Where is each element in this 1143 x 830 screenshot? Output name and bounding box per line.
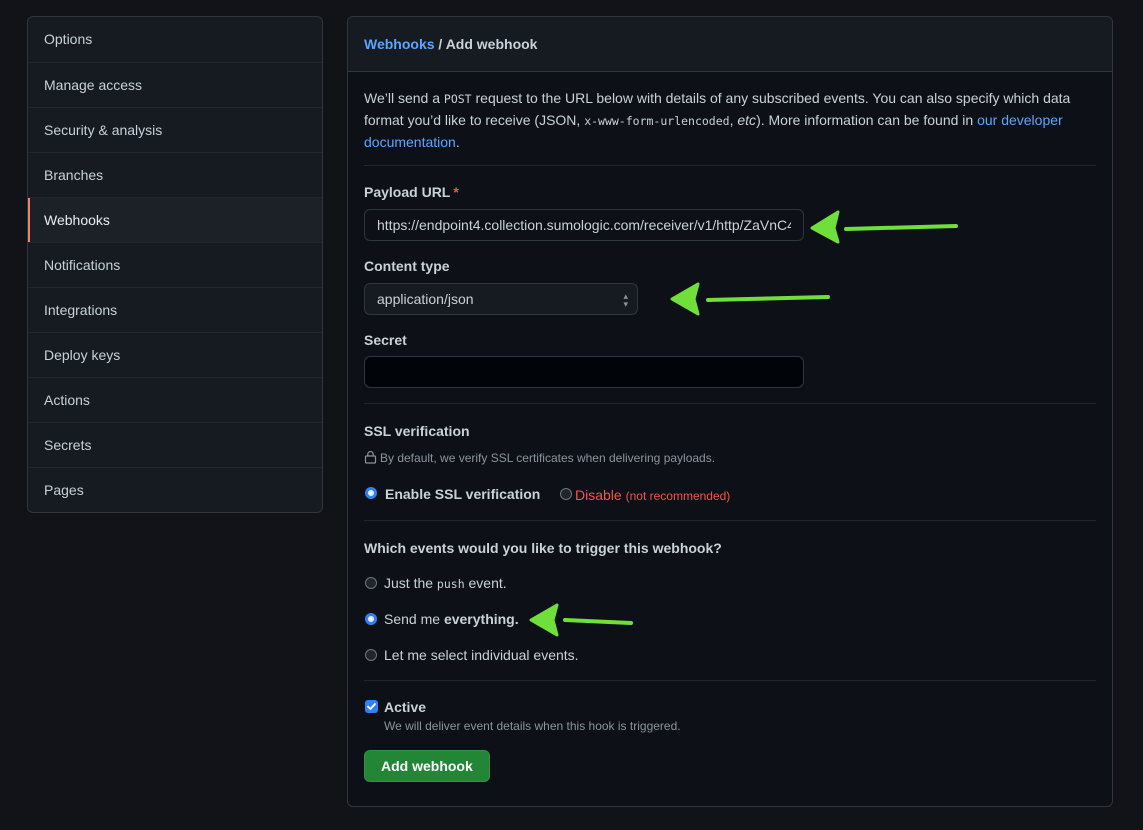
event-everything-radio[interactable] bbox=[365, 613, 377, 625]
ssl-verification-label: SSL verification bbox=[364, 423, 470, 439]
event-everything-label[interactable]: Send me everything. bbox=[384, 611, 519, 627]
ssl-enable-label[interactable]: Enable SSL verification bbox=[385, 486, 540, 502]
webhook-form: We’ll send a POST request to the URL bel… bbox=[364, 88, 1096, 153]
sidebar-item-webhooks[interactable]: Webhooks bbox=[28, 197, 322, 242]
event-individual-label[interactable]: Let me select individual events. bbox=[384, 647, 579, 663]
active-checkbox[interactable] bbox=[365, 700, 378, 713]
payload-url-label: Payload URL * bbox=[364, 184, 459, 200]
check-icon bbox=[367, 703, 376, 710]
content-type-select[interactable]: application/json ▴ ▾ bbox=[364, 283, 638, 315]
sidebar-item-integrations[interactable]: Integrations bbox=[28, 287, 322, 332]
payload-url-input[interactable] bbox=[364, 209, 804, 241]
required-mark: * bbox=[453, 184, 459, 200]
ssl-disable-label[interactable]: Disable (not recommended) bbox=[575, 487, 730, 503]
add-webhook-button[interactable]: Add webhook bbox=[364, 750, 490, 782]
content-type-label: Content type bbox=[364, 258, 450, 274]
active-note: We will deliver event details when this … bbox=[384, 719, 681, 733]
post-code: POST bbox=[443, 92, 472, 106]
annotation-arrow-icon bbox=[670, 282, 830, 316]
sidebar-item-options[interactable]: Options bbox=[28, 17, 322, 62]
active-label[interactable]: Active bbox=[384, 699, 426, 715]
sidebar-item-actions[interactable]: Actions bbox=[28, 377, 322, 422]
add-webhook-panel: Webhooks / Add webhook We’ll send a POST… bbox=[347, 16, 1113, 807]
intro-text: We’ll send a POST request to the URL bel… bbox=[364, 90, 1071, 150]
sidebar-item-manage-access[interactable]: Manage access bbox=[28, 62, 322, 107]
settings-sidebar: Options Manage access Security & analysi… bbox=[27, 16, 323, 513]
secret-input[interactable] bbox=[364, 356, 804, 388]
annotation-arrow-icon bbox=[529, 603, 633, 637]
select-caret-icon: ▴ ▾ bbox=[623, 291, 628, 309]
secret-label: Secret bbox=[364, 332, 407, 348]
divider bbox=[364, 520, 1096, 521]
divider bbox=[364, 165, 1096, 166]
page-title: Add webhook bbox=[445, 36, 538, 52]
sidebar-item-notifications[interactable]: Notifications bbox=[28, 242, 322, 287]
sidebar-item-secrets[interactable]: Secrets bbox=[28, 422, 322, 467]
ssl-disable-radio[interactable] bbox=[560, 488, 572, 500]
ssl-note: By default, we verify SSL certificates w… bbox=[364, 450, 715, 465]
form-urlencoded-code: x-www-form-urlencoded bbox=[584, 114, 730, 128]
annotation-arrow-icon bbox=[810, 210, 958, 244]
ssl-disable-warning: (not recommended) bbox=[625, 489, 731, 503]
breadcrumb-webhooks-link[interactable]: Webhooks bbox=[364, 36, 435, 52]
divider bbox=[364, 403, 1096, 404]
ssl-enable-radio[interactable] bbox=[365, 487, 377, 499]
breadcrumb: Webhooks / Add webhook bbox=[348, 17, 1112, 72]
divider bbox=[364, 680, 1096, 681]
sidebar-item-security-analysis[interactable]: Security & analysis bbox=[28, 107, 322, 152]
event-push-label[interactable]: Just the push event. bbox=[384, 575, 507, 591]
sidebar-item-deploy-keys[interactable]: Deploy keys bbox=[28, 332, 322, 377]
breadcrumb-separator: / bbox=[438, 36, 443, 52]
lock-icon bbox=[364, 450, 377, 464]
event-push-radio[interactable] bbox=[365, 577, 377, 589]
sidebar-item-pages[interactable]: Pages bbox=[28, 467, 322, 512]
sidebar-item-branches[interactable]: Branches bbox=[28, 152, 322, 197]
content-type-selected: application/json bbox=[377, 291, 474, 307]
events-question: Which events would you like to trigger t… bbox=[364, 540, 722, 556]
event-individual-radio[interactable] bbox=[365, 649, 377, 661]
